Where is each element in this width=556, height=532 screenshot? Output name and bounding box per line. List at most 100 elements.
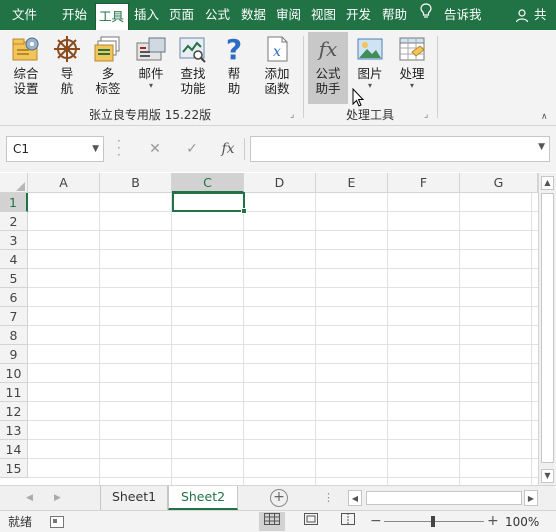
- row-header-9[interactable]: 9: [0, 345, 28, 364]
- row-header-5[interactable]: 5: [0, 269, 28, 288]
- active-cell-c1[interactable]: [172, 192, 245, 212]
- group-label-tools: 处理工具: [345, 108, 394, 122]
- prev-sheet-icon[interactable]: ◀: [26, 486, 33, 510]
- next-sheet-icon[interactable]: ▶: [54, 486, 61, 510]
- column-header-c[interactable]: C: [172, 173, 244, 193]
- mail-button[interactable]: 邮件 ▾: [131, 34, 171, 91]
- collapse-ribbon-icon[interactable]: ∧: [541, 112, 548, 122]
- formula-helper-button[interactable]: fx 公式 助手: [308, 32, 348, 104]
- row-header-13[interactable]: 13: [0, 421, 28, 440]
- cancel-icon[interactable]: ✕: [140, 136, 170, 162]
- tab-split-handle[interactable]: ⋮: [323, 486, 334, 510]
- select-all-button[interactable]: [0, 173, 28, 193]
- row-header-7[interactable]: 7: [0, 307, 28, 326]
- dialog-launcher-icon[interactable]: ⌟: [424, 110, 428, 120]
- status-text: 就绪: [8, 515, 33, 529]
- tab-view[interactable]: 视图: [311, 0, 336, 30]
- check-icon[interactable]: ✓: [177, 136, 207, 162]
- row-header-2[interactable]: 2: [0, 212, 28, 231]
- row-header-4[interactable]: 4: [0, 250, 28, 269]
- add-function-icon: x: [261, 34, 293, 64]
- row-header-11[interactable]: 11: [0, 383, 28, 402]
- tab-review[interactable]: 审阅: [276, 0, 301, 30]
- column-header-g[interactable]: G: [460, 173, 538, 193]
- add-function-button[interactable]: x 添加 函数: [257, 34, 297, 96]
- name-box[interactable]: C1 ▼: [6, 136, 104, 162]
- tab-home[interactable]: 开始: [62, 0, 87, 30]
- picture-button[interactable]: 图片 ▾: [350, 34, 390, 91]
- scroll-right-icon[interactable]: ▶: [524, 490, 538, 506]
- menu-bar: 文件 开始 工具 插入 页面 公式 数据 审阅 视图 开发 帮助 告诉我 共: [0, 0, 556, 30]
- row-header-3[interactable]: 3: [0, 231, 28, 250]
- find-function-button[interactable]: 查找 功能: [173, 34, 213, 96]
- btn-label-line2: 函数: [264, 81, 290, 96]
- column-header-a[interactable]: A: [28, 173, 100, 193]
- zoom-in-icon[interactable]: +: [487, 511, 499, 532]
- drag-handle-icon[interactable]: · · ·: [117, 135, 121, 161]
- column-header-f[interactable]: F: [388, 173, 460, 193]
- sheet-tab-sheet1[interactable]: Sheet1: [100, 486, 168, 510]
- row-header-1[interactable]: 1: [0, 193, 28, 212]
- share-button[interactable]: 共: [515, 0, 547, 30]
- column-header-e[interactable]: E: [316, 173, 388, 193]
- zoom-out-icon[interactable]: −: [370, 511, 382, 532]
- page-layout-view-button[interactable]: [298, 512, 324, 531]
- help-button[interactable]: ? 帮 助: [214, 33, 254, 96]
- row-header-8[interactable]: 8: [0, 326, 28, 345]
- tab-tools[interactable]: 工具: [95, 3, 129, 30]
- svg-text:fx: fx: [317, 37, 338, 61]
- page-break-view-button[interactable]: [335, 512, 361, 531]
- chevron-down-icon[interactable]: ▼: [538, 142, 545, 152]
- tab-file[interactable]: 文件: [12, 0, 37, 30]
- btn-label-line1: 帮: [227, 66, 241, 81]
- macro-record-icon[interactable]: [50, 516, 64, 528]
- group-label-zhang: 张立良专用版 15.22版: [88, 108, 212, 122]
- row-header-10[interactable]: 10: [0, 364, 28, 383]
- btn-label-line1: 多: [101, 66, 115, 81]
- cell-area[interactable]: [28, 193, 538, 485]
- tab-data[interactable]: 数据: [241, 0, 266, 30]
- tab-developer[interactable]: 开发: [346, 0, 371, 30]
- column-header-b[interactable]: B: [100, 173, 172, 193]
- scroll-left-icon[interactable]: ◀: [348, 490, 362, 506]
- vertical-scrollbar[interactable]: ▲ ▼: [538, 173, 556, 485]
- scroll-thumb[interactable]: [366, 491, 522, 505]
- worksheet-grid: ABCDEFG 1 2 3 4 5 6 7 8 9 10 11 12 13 14 15: [0, 173, 538, 485]
- fill-handle[interactable]: [241, 208, 247, 214]
- status-bar: 就绪 − + 100%: [0, 510, 556, 532]
- chevron-down-icon[interactable]: ▼: [92, 137, 99, 161]
- row-header-14[interactable]: 14: [0, 440, 28, 459]
- multi-tab-icon: [92, 34, 124, 64]
- horizontal-scrollbar[interactable]: ◀ ▶: [348, 490, 538, 506]
- add-sheet-icon[interactable]: +: [270, 489, 288, 507]
- multi-tab-button[interactable]: 多 标签: [88, 34, 128, 96]
- scroll-up-icon[interactable]: ▲: [541, 176, 554, 190]
- tab-page-layout[interactable]: 页面: [169, 0, 196, 30]
- navigation-button[interactable]: 导 航: [47, 34, 87, 96]
- tab-help[interactable]: 帮助: [382, 0, 407, 30]
- btn-label-line2: 航: [60, 81, 74, 96]
- tab-insert[interactable]: 插入: [134, 0, 159, 30]
- comprehensive-settings-button[interactable]: 综合 设置: [6, 34, 46, 96]
- formula-input[interactable]: ▼: [250, 136, 550, 162]
- scroll-down-icon[interactable]: ▼: [541, 469, 554, 483]
- row-header-15[interactable]: 15: [0, 459, 28, 478]
- normal-view-button[interactable]: [259, 512, 285, 531]
- scroll-thumb[interactable]: [541, 193, 554, 463]
- ship-wheel-icon: [51, 34, 83, 64]
- column-header-d[interactable]: D: [244, 173, 316, 193]
- zoom-level[interactable]: 100%: [505, 511, 539, 532]
- dialog-launcher-icon[interactable]: ⌟: [290, 110, 294, 120]
- process-button[interactable]: 处理 ▾: [392, 34, 432, 91]
- sheet-tab-sheet2[interactable]: Sheet2: [168, 486, 238, 510]
- tab-formulas[interactable]: 公式: [205, 0, 230, 30]
- dropdown-arrow: ▾: [148, 81, 153, 90]
- zoom-slider-thumb[interactable]: [431, 516, 435, 527]
- row-header-12[interactable]: 12: [0, 402, 28, 421]
- tell-me-search[interactable]: 告诉我: [420, 0, 482, 30]
- btn-label-line1: 导: [60, 66, 74, 81]
- process-icon: [396, 34, 428, 64]
- row-header-6[interactable]: 6: [0, 288, 28, 307]
- ribbon: 综合 设置 导 航 多 标签 邮件 ▾ 查找 功能 ? 帮 助 x 添加 函数 …: [0, 30, 556, 126]
- insert-function-button[interactable]: fx: [213, 136, 243, 162]
